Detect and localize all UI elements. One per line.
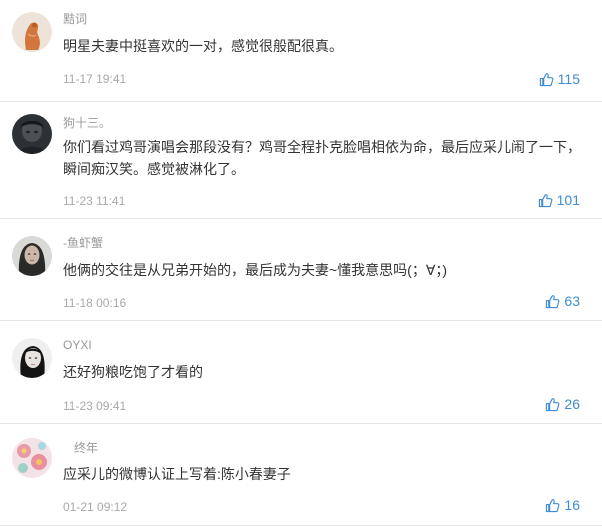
like-button[interactable]: 101 (538, 191, 580, 209)
comment-text: 还好狗粮吃饱了才看的 (63, 364, 203, 380)
like-count: 115 (557, 71, 580, 87)
thumbs-up-icon (545, 397, 560, 412)
timestamp: 01-21 09:12 (63, 500, 128, 514)
thumbs-up-icon (545, 294, 560, 309)
timestamp: 11-18 00:16 (63, 296, 127, 310)
timestamp: 11-23 11:41 (63, 194, 126, 208)
timestamp: 11-23 09:41 (63, 399, 127, 413)
comment-item: OYXI 还好狗粮吃饱了才看的 11-23 09:41 26 (0, 321, 602, 424)
like-button[interactable]: 115 (539, 70, 580, 88)
comment-text: 你们看过鸡哥演唱会那段没有？鸡哥全程扑克脸唱相依为命，最后应采儿闹了一下，瞬间痴… (63, 139, 581, 177)
avatar-dark-portrait-icon[interactable] (12, 114, 52, 154)
comment-text: 他俩的交往是从兄弟开始的，最后成为夫妻~懂我意思吗(；∀；) (63, 262, 448, 278)
comment-list: 黠词 明星夫妻中挺喜欢的一对，感觉很般配很真。 11-17 19:41 115 … (0, 0, 602, 530)
thumbs-up-icon (538, 193, 553, 208)
username[interactable]: 黠词 (63, 12, 87, 26)
like-button[interactable]: 16 (545, 496, 580, 514)
like-count: 63 (564, 293, 580, 309)
avatar-woman-portrait-icon[interactable] (12, 236, 52, 276)
username[interactable]: 狗十三。 (63, 116, 111, 130)
like-count: 16 (564, 497, 580, 513)
timestamp: 11-17 19:41 (63, 72, 127, 86)
username[interactable]: 终年 (74, 441, 98, 455)
username[interactable]: -鱼虾蟹 (63, 236, 103, 250)
thumbs-up-icon (539, 72, 554, 87)
comment-item: -鱼虾蟹 他俩的交往是从兄弟开始的，最后成为夫妻~懂我意思吗(；∀；) 11-1… (0, 219, 602, 321)
like-button[interactable]: 26 (545, 395, 580, 413)
thumbs-up-icon (545, 498, 560, 513)
comment-item: 终年 应采儿的微博认证上写着:陈小春妻子 01-21 09:12 16 (0, 424, 602, 526)
username[interactable]: OYXI (63, 338, 92, 352)
like-button[interactable]: 63 (545, 292, 580, 310)
like-count: 101 (556, 192, 580, 208)
comment-item: 黠词 明星夫妻中挺喜欢的一对，感觉很般配很真。 11-17 19:41 115 (0, 0, 602, 102)
avatar-pink-flowers-icon[interactable] (12, 438, 52, 478)
comment-text: 明星夫妻中挺喜欢的一对，感觉很般配很真。 (63, 38, 343, 54)
avatar-orange-figure-icon[interactable] (12, 12, 52, 52)
comment-text: 应采儿的微博认证上写着:陈小春妻子 (63, 466, 291, 482)
avatar-bw-portrait-icon[interactable] (12, 338, 52, 378)
comment-item: 狗十三。 你们看过鸡哥演唱会那段没有？鸡哥全程扑克脸唱相依为命，最后应采儿闹了一… (0, 102, 602, 219)
like-count: 26 (564, 396, 580, 412)
